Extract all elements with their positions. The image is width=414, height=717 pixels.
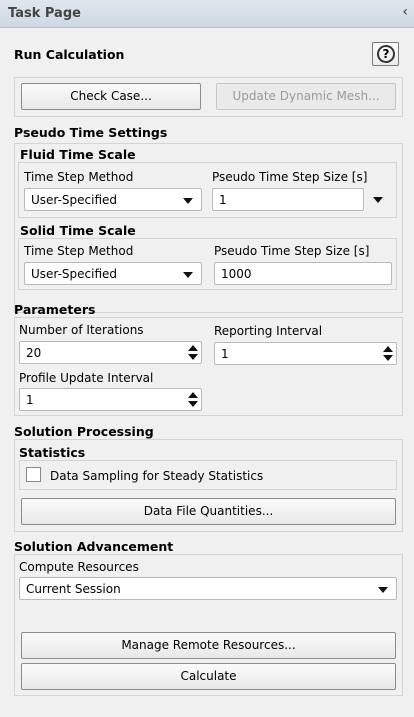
reporting-interval-input[interactable]: 1 [214, 342, 397, 365]
profile-update-label: Profile Update Interval [19, 371, 154, 385]
iterations-value: 20 [26, 346, 42, 360]
solid-method-label: Time Step Method [24, 244, 134, 258]
compute-resources-label: Compute Resources [19, 560, 139, 574]
calculate-button[interactable]: Calculate [21, 663, 396, 690]
fluid-method-value: User-Specified [31, 193, 118, 207]
panel-title: Task Page [8, 6, 81, 21]
profile-update-interval-input[interactable]: 1 [19, 388, 202, 411]
profile-value: 1 [26, 393, 34, 407]
solid-time-step-method-select[interactable]: User-Specified [24, 262, 202, 285]
help-icon: ? [377, 45, 395, 63]
compute-resources-select[interactable]: Current Session [19, 577, 397, 600]
reporting-interval-label: Reporting Interval [214, 324, 323, 338]
check-case-button[interactable]: Check Case... [21, 83, 201, 110]
spin-up-icon[interactable] [188, 345, 198, 351]
dropdown-arrow-icon [183, 198, 193, 204]
fluid-size-options-icon[interactable] [373, 197, 383, 203]
chevron-left-icon[interactable]: ‹ [402, 4, 408, 20]
reporting-value: 1 [221, 347, 229, 361]
solid-method-value: User-Specified [31, 267, 118, 281]
solution-processing-title: Solution Processing [14, 424, 154, 439]
solid-size-value: 1000 [221, 267, 252, 281]
reporting-spinner[interactable] [383, 345, 393, 363]
dropdown-arrow-icon [183, 272, 193, 278]
number-of-iterations-input[interactable]: 20 [19, 341, 202, 364]
spin-down-icon[interactable] [383, 355, 393, 361]
parameters-title: Parameters [14, 302, 96, 317]
spin-down-icon[interactable] [188, 354, 198, 360]
spin-down-icon[interactable] [188, 401, 198, 407]
compute-resources-value: Current Session [26, 582, 121, 596]
data-sampling-checkbox[interactable] [26, 467, 41, 482]
fluid-size-label: Pseudo Time Step Size [s] [212, 170, 368, 184]
solid-size-label: Pseudo Time Step Size [s] [214, 244, 370, 258]
fluid-time-scale-title: Fluid Time Scale [20, 147, 136, 162]
fluid-time-step-method-select[interactable]: User-Specified [24, 188, 202, 211]
pseudo-time-settings-title: Pseudo Time Settings [14, 125, 168, 140]
data-sampling-label[interactable]: Data Sampling for Steady Statistics [50, 469, 263, 483]
fluid-method-label: Time Step Method [24, 170, 134, 184]
fluid-pseudo-time-step-size-input[interactable]: 1 [212, 188, 364, 211]
statistics-title: Statistics [19, 445, 86, 460]
fluid-size-value: 1 [219, 193, 227, 207]
solution-advancement-title: Solution Advancement [14, 539, 174, 554]
iterations-spinner[interactable] [188, 344, 198, 362]
solid-pseudo-time-step-size-input[interactable]: 1000 [214, 262, 392, 285]
help-button[interactable]: ? [372, 42, 399, 66]
iterations-label: Number of Iterations [19, 323, 144, 337]
dropdown-arrow-icon [378, 587, 388, 593]
update-dynamic-mesh-button[interactable]: Update Dynamic Mesh... [216, 83, 396, 110]
solid-time-scale-title: Solid Time Scale [20, 223, 136, 238]
task-page-panel: Run Calculation ? Check Case... Update D… [2, 30, 410, 713]
task-page-header: Task Page ‹ [0, 0, 414, 28]
manage-remote-resources-button[interactable]: Manage Remote Resources... [21, 632, 396, 659]
data-file-quantities-button[interactable]: Data File Quantities... [21, 498, 396, 525]
spin-up-icon[interactable] [383, 346, 393, 352]
run-calculation-title: Run Calculation [14, 47, 125, 62]
spin-up-icon[interactable] [188, 392, 198, 398]
profile-spinner[interactable] [188, 391, 198, 409]
